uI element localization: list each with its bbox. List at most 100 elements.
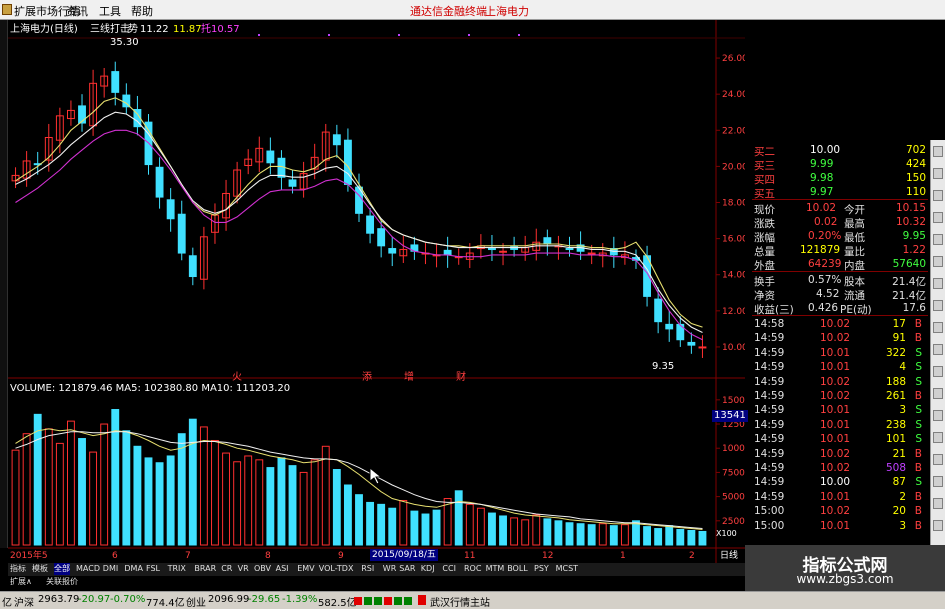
volume-bar	[188, 418, 197, 546]
order-row: 买四 9.98 150	[754, 172, 926, 186]
volume-bar	[698, 530, 707, 546]
volume-bar	[122, 430, 131, 546]
menu-tools[interactable]: 工具	[99, 3, 121, 19]
volume-bar	[587, 524, 596, 546]
tick-price: 10.01	[820, 519, 851, 532]
status-unit: 亿	[2, 598, 12, 609]
candle-body	[543, 237, 552, 245]
volume-bar	[565, 522, 574, 546]
indicator-tab[interactable]: ASI	[276, 563, 289, 575]
candle-body	[177, 213, 186, 254]
watermark: 指标公式网 www.zbgs3.com	[745, 545, 945, 591]
indicator-tab[interactable]: OBV	[254, 563, 271, 575]
volume-bar	[211, 439, 219, 546]
indicator-tab[interactable]: 模板	[32, 563, 48, 575]
tick-time: 14:59	[754, 462, 785, 474]
indicator-tab[interactable]: CCI	[442, 563, 456, 575]
ma-line-ma_magenta	[15, 129, 703, 341]
bottom-tab-bar: 扩展∧ 关联报价	[8, 576, 158, 588]
tick-row: 14:59 10.02 91 B	[752, 331, 928, 345]
server-name: 武汉行情主站	[430, 598, 490, 609]
price-tick-label: 12.00	[722, 307, 745, 317]
stock-title: 上海电力	[485, 5, 529, 18]
stat-row: 净资 4.52 流通 21.4亿	[754, 288, 926, 302]
stat-row: 外盘 64239 内盘 57640	[754, 258, 926, 272]
menu-news[interactable]: 资讯	[66, 3, 88, 19]
order-row: 买三 9.99 424	[754, 158, 926, 172]
indicator-tab[interactable]: MACD	[76, 563, 100, 575]
volume-tick-label: 2500	[722, 517, 745, 527]
tick-time: 14:59	[754, 476, 785, 489]
sh-label: 沪深	[14, 598, 34, 609]
order-row: 买二 10.00 702	[754, 144, 926, 158]
indicator-tab[interactable]: BRAR	[194, 563, 216, 575]
date-label-may: 2015年5	[10, 551, 48, 561]
candle-body	[332, 134, 341, 146]
volume-cursor-label: 13541	[712, 410, 748, 422]
indicator-tab[interactable]: BOLL	[507, 563, 528, 575]
candle-body	[288, 179, 297, 187]
indicator-tab[interactable]: KDJ	[421, 563, 435, 575]
tick-volume: 3	[899, 519, 906, 532]
tab-related-quote[interactable]: 关联报价	[46, 576, 78, 588]
left-toolbar	[0, 20, 8, 548]
date-label-jul: 7	[185, 551, 191, 561]
indicator-tab[interactable]: CR	[221, 563, 232, 575]
signal-dot	[468, 34, 470, 36]
tick-price: 10.02	[820, 462, 851, 474]
volume-bar	[67, 420, 75, 546]
tick-side: B	[914, 390, 922, 402]
tick-side: B	[914, 505, 922, 518]
indicator-tab[interactable]: DMI	[103, 563, 118, 575]
indicator-tab[interactable]: DMA	[124, 563, 143, 575]
indicator-tab[interactable]: EMV	[297, 563, 314, 575]
candle-body	[343, 139, 352, 185]
tick-row: 14:59 10.02 21 B	[752, 447, 928, 461]
shi-value: 11.22	[140, 24, 169, 35]
candle-body	[188, 255, 197, 278]
price-tick-label: 10.00	[722, 343, 745, 353]
tick-side: B	[914, 447, 922, 460]
indicator-tab[interactable]: RSI	[361, 563, 374, 575]
app-icon	[2, 4, 12, 15]
volume-tick-label: 5000	[722, 493, 745, 503]
volume-bar	[277, 457, 286, 546]
volume-bar	[133, 445, 142, 546]
indicator-tab[interactable]: VR	[238, 563, 249, 575]
stat-row: 现价 10.02 今开 10.15	[754, 202, 926, 216]
indicator-tab[interactable]: TRIX	[168, 563, 186, 575]
tick-price: 10.02	[820, 447, 851, 460]
date-label-jan: 1	[620, 551, 626, 561]
volume-bar	[499, 515, 507, 546]
mouse-cursor-icon	[369, 466, 383, 485]
period-button[interactable]: 日线	[720, 550, 738, 562]
indicator-tab[interactable]: ROC	[464, 563, 481, 575]
indicator-tab[interactable]: FSL	[146, 563, 160, 575]
indicator-tab[interactable]: MTM	[486, 563, 505, 575]
indicator-tab[interactable]: 全部	[54, 563, 70, 575]
price-tick-label: 26.00	[722, 54, 745, 64]
tick-price: 10.01	[820, 433, 851, 446]
indicator-tab[interactable]: 指标	[10, 563, 26, 575]
tick-price: 10.00	[820, 476, 851, 489]
volume-bar	[299, 471, 308, 546]
volume-tick-label: 10000	[722, 444, 745, 454]
volume-bar	[244, 455, 253, 546]
tab-extend[interactable]: 扩展∧	[10, 576, 32, 588]
tick-volume: 322	[885, 346, 906, 359]
tick-row: 14:59 10.02 261 B	[752, 389, 928, 403]
menu-help[interactable]: 帮助	[131, 3, 153, 19]
tick-row: 14:58 10.02 17 B	[752, 317, 928, 331]
chart-canvas: 26.00 24.00 22.00 20.00 18.00 16.00 14.00 12.00…	[8, 20, 745, 563]
volume-unit: X100	[716, 529, 737, 538]
tick-price: 10.02	[820, 505, 851, 518]
indicator-tab[interactable]: SAR	[399, 563, 415, 575]
indicator-tab[interactable]: VOL-TDX	[319, 563, 354, 575]
indicator-tab[interactable]: MCST	[556, 563, 578, 575]
tick-row: 14:59 10.01 101 S	[752, 432, 928, 446]
volume-bars	[11, 409, 707, 546]
indicator-tab[interactable]: WR	[383, 563, 396, 575]
price-tick-label: 20.00	[722, 162, 745, 172]
side-scrollbar[interactable]	[930, 140, 945, 545]
indicator-tab[interactable]: PSY	[534, 563, 549, 575]
